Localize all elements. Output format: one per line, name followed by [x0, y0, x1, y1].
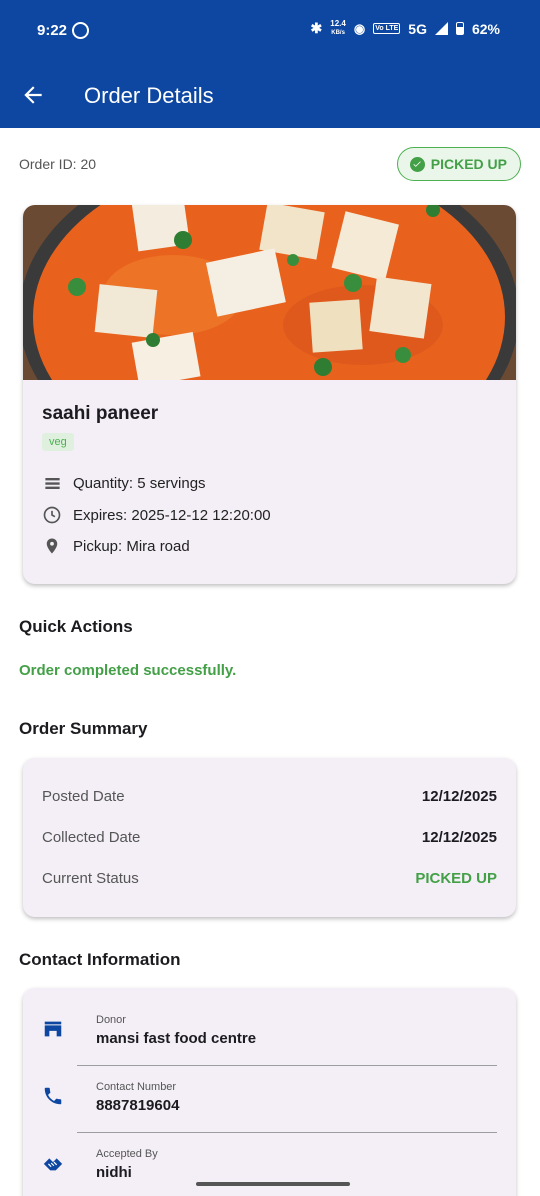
signal-icon [434, 22, 448, 35]
location-pin-icon [42, 536, 62, 556]
status-badge-label: PICKED UP [430, 156, 507, 172]
check-circle-icon [409, 156, 425, 172]
whatsapp-icon [72, 22, 89, 39]
status-badge: PICKED UP [396, 147, 521, 181]
contact-value: nidhi [96, 1164, 132, 1181]
net-speed-value: 12.4 [330, 19, 346, 28]
summary-label: Collected Date [42, 829, 141, 846]
battery-icon [455, 22, 464, 35]
summary-row-collected: Collected Date 12/12/2025 [42, 829, 497, 846]
summary-status-value: PICKED UP [415, 870, 497, 887]
clock-icon [42, 505, 62, 525]
hotspot-icon: ◉ [353, 20, 366, 36]
success-message: Order completed successfully. [19, 662, 237, 679]
pickup-text: Pickup: Mira road [73, 537, 190, 555]
order-id: Order ID: 20 [19, 156, 97, 172]
summary-value: 12/12/2025 [421, 829, 497, 846]
home-indicator[interactable] [196, 1182, 350, 1186]
net-speed: 12.4 KB/s [330, 20, 346, 37]
status-icons: ✱ 12.4 KB/s ◉ Vo LTE 5G 62% [311, 20, 500, 37]
contact-card: Donor mansi fast food centre Contact Num… [23, 988, 516, 1196]
food-card: saahi paneer veg Quantity: 5 servings Ex… [23, 205, 516, 584]
bluetooth-icon: ✱ [310, 20, 323, 36]
summary-row-status: Current Status PICKED UP [42, 870, 497, 887]
contact-label: Accepted By [96, 1148, 158, 1160]
food-name: saahi paneer [42, 403, 159, 424]
app-bar: Order Details [0, 62, 540, 128]
summary-value: 12/12/2025 [421, 788, 497, 805]
phone-icon [44, 1087, 62, 1105]
network-type: 5G [408, 20, 427, 37]
summary-label: Posted Date [42, 788, 125, 805]
contact-value: mansi fast food centre [96, 1030, 257, 1047]
contact-info-title: Contact Information [19, 950, 181, 969]
divider [77, 1132, 497, 1133]
status-time: 9:22 [37, 22, 68, 39]
arrow-back-icon[interactable] [20, 82, 46, 108]
contact-label: Contact Number [96, 1081, 177, 1093]
order-summary-card: Posted Date 12/12/2025 Collected Date 12… [23, 758, 516, 917]
page-title: Order Details [84, 83, 214, 108]
pickup-row: Pickup: Mira road [42, 536, 190, 556]
expires-row: Expires: 2025-12-12 12:20:00 [42, 505, 271, 525]
summary-row-posted: Posted Date 12/12/2025 [42, 788, 497, 805]
order-summary-title: Order Summary [19, 719, 148, 738]
volunteer-icon [43, 1158, 63, 1171]
quick-actions-title: Quick Actions [19, 617, 133, 636]
volte-icon: Vo LTE [373, 23, 401, 34]
contact-value[interactable]: 8887819604 [96, 1097, 179, 1114]
quantity-row: Quantity: 5 servings [42, 473, 206, 493]
net-speed-unit: KB/s [331, 30, 345, 36]
divider [77, 1065, 497, 1066]
status-bar: 9:22 ✱ 12.4 KB/s ◉ Vo LTE 5G 62% [0, 0, 540, 62]
store-icon [44, 1021, 62, 1037]
summary-label: Current Status [42, 870, 139, 887]
contact-label: Donor [96, 1014, 126, 1026]
list-icon [42, 473, 62, 493]
veg-tag: veg [42, 433, 74, 451]
battery-percent: 62% [471, 20, 500, 37]
quantity-text: Quantity: 5 servings [73, 474, 206, 492]
food-image [23, 205, 516, 380]
expires-text: Expires: 2025-12-12 12:20:00 [73, 506, 271, 524]
